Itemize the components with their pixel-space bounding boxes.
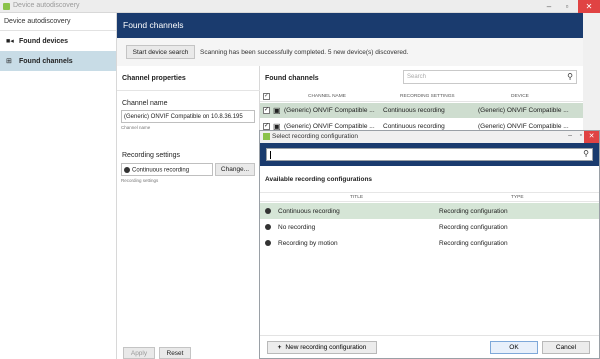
text-caret <box>270 151 271 159</box>
found-channels-title: Found channels <box>265 75 319 82</box>
config-type-cell: Recording configuration <box>439 240 508 247</box>
reset-button[interactable]: Reset <box>159 347 191 359</box>
table-row[interactable]: Recording by motion Recording configurat… <box>260 235 599 251</box>
table-row[interactable]: ✓ ▣ (Generic) ONVIF Compatible ... Conti… <box>260 103 583 118</box>
column-channel-name: CHANNEL NAME <box>308 94 346 99</box>
dialog-minimize-button[interactable]: – <box>568 132 572 139</box>
device-cell: (Generic) ONVIF Compatible ... <box>478 107 569 114</box>
apply-button[interactable]: Apply <box>123 347 155 359</box>
channel-icon: ▣ <box>273 106 281 115</box>
maximize-button[interactable]: ▫ <box>558 0 576 13</box>
search-icon: ⚲ <box>567 72 573 81</box>
sidebar-item-label: Found devices <box>19 37 69 45</box>
window-title: Device autodiscovery <box>13 2 80 9</box>
cancel-button[interactable]: Cancel <box>542 341 590 354</box>
table-row[interactable]: Continuous recording Recording configura… <box>260 203 599 219</box>
config-title-cell: Recording by motion <box>278 240 338 247</box>
row-checkbox[interactable]: ✓ <box>263 123 270 130</box>
select-all-checkbox[interactable]: ✓ <box>263 93 270 100</box>
minimize-button[interactable]: – <box>540 0 558 13</box>
available-configs-title: Available recording configurations <box>265 176 373 183</box>
divider <box>117 90 260 91</box>
config-title-cell: No recording <box>278 224 316 231</box>
config-type-cell: Recording configuration <box>439 224 508 231</box>
new-recording-config-label: New recording configuration <box>285 344 367 351</box>
sidebar-item-found-devices[interactable]: ■◂ Found devices <box>0 31 116 51</box>
camera-icon: ■◂ <box>6 38 14 45</box>
search-icon: ⚲ <box>583 149 589 158</box>
channel-name-cell: (Generic) ONVIF Compatible ... <box>284 107 375 114</box>
dialog-maximize-button[interactable]: ▫ <box>580 132 582 139</box>
recording-dot-icon <box>265 224 271 230</box>
recording-settings-label: Recording settings <box>122 152 180 159</box>
window-titlebar: Device autodiscovery – ▫ ✕ <box>0 0 600 13</box>
app-icon <box>263 133 270 140</box>
app-icon <box>3 3 10 10</box>
close-button[interactable]: ✕ <box>578 0 600 13</box>
recording-dot-icon <box>265 208 271 214</box>
channel-properties-title: Channel properties <box>122 75 186 82</box>
column-title: TITLE <box>350 195 364 200</box>
scan-status-text: Scanning has been successfully completed… <box>200 49 409 56</box>
recording-settings-field: Continuous recording <box>121 163 213 176</box>
channel-properties-panel: Channel properties Channel name (Generic… <box>117 66 260 359</box>
channel-name-input[interactable]: (Generic) ONVIF Compatible on 10.8.36.19… <box>121 110 255 123</box>
row-checkbox[interactable]: ✓ <box>263 107 270 114</box>
recording-dot-icon <box>124 167 130 173</box>
page-title: Found channels <box>123 20 184 30</box>
change-button[interactable]: Change... <box>215 163 255 176</box>
dialog-close-button[interactable]: ✕ <box>584 131 599 143</box>
config-title-cell: Continuous recording <box>278 208 340 215</box>
ok-button[interactable]: OK <box>490 341 538 354</box>
recording-settings-hint: Recording settings <box>121 178 159 183</box>
sidebar: Device autodiscovery ■◂ Found devices ⊞ … <box>0 13 117 359</box>
sidebar-header: Device autodiscovery <box>0 13 116 31</box>
channel-name-hint: Channel name <box>121 125 151 130</box>
recording-settings-cell: Continuous recording <box>383 107 445 114</box>
dialog-title: Select recording configuration <box>272 133 358 140</box>
channel-name-label: Channel name <box>122 100 168 107</box>
divider <box>260 335 599 336</box>
recording-settings-cell: Continuous recording <box>383 123 445 130</box>
new-recording-config-button[interactable]: + New recording configuration <box>267 341 377 354</box>
channel-name-cell: (Generic) ONVIF Compatible ... <box>284 123 375 130</box>
plus-icon: + <box>277 344 282 351</box>
sidebar-item-found-channels[interactable]: ⊞ Found channels <box>0 51 116 71</box>
sidebar-item-label: Found channels <box>19 57 73 65</box>
channel-search-input[interactable]: Search ⚲ <box>403 70 577 84</box>
dialog-titlebar: Select recording configuration – ▫ ✕ <box>260 131 599 143</box>
column-device: DEVICE <box>511 94 529 99</box>
recording-dot-icon <box>265 240 271 246</box>
column-type: TYPE <box>511 195 524 200</box>
start-device-search-button[interactable]: Start device search <box>126 45 195 59</box>
channels-table-header: ✓ CHANNEL NAME RECORDING SETTINGS DEVICE <box>260 91 583 102</box>
select-recording-dialog: Select recording configuration – ▫ ✕ ⚲ A… <box>259 130 600 359</box>
config-type-cell: Recording configuration <box>439 208 508 215</box>
channels-icon: ⊞ <box>6 58 12 65</box>
dialog-search-band: ⚲ <box>260 143 599 166</box>
dialog-search-input[interactable]: ⚲ <box>266 148 593 161</box>
column-recording-settings: RECORDING SETTINGS <box>400 94 455 99</box>
recording-settings-value: Continuous recording <box>132 167 190 174</box>
configs-table-header: TITLE TYPE <box>260 192 599 202</box>
search-placeholder: Search <box>407 74 427 80</box>
table-row[interactable]: No recording Recording configuration <box>260 219 599 235</box>
device-cell: (Generic) ONVIF Compatible ... <box>478 123 569 130</box>
content-header: Found channels <box>117 13 583 38</box>
